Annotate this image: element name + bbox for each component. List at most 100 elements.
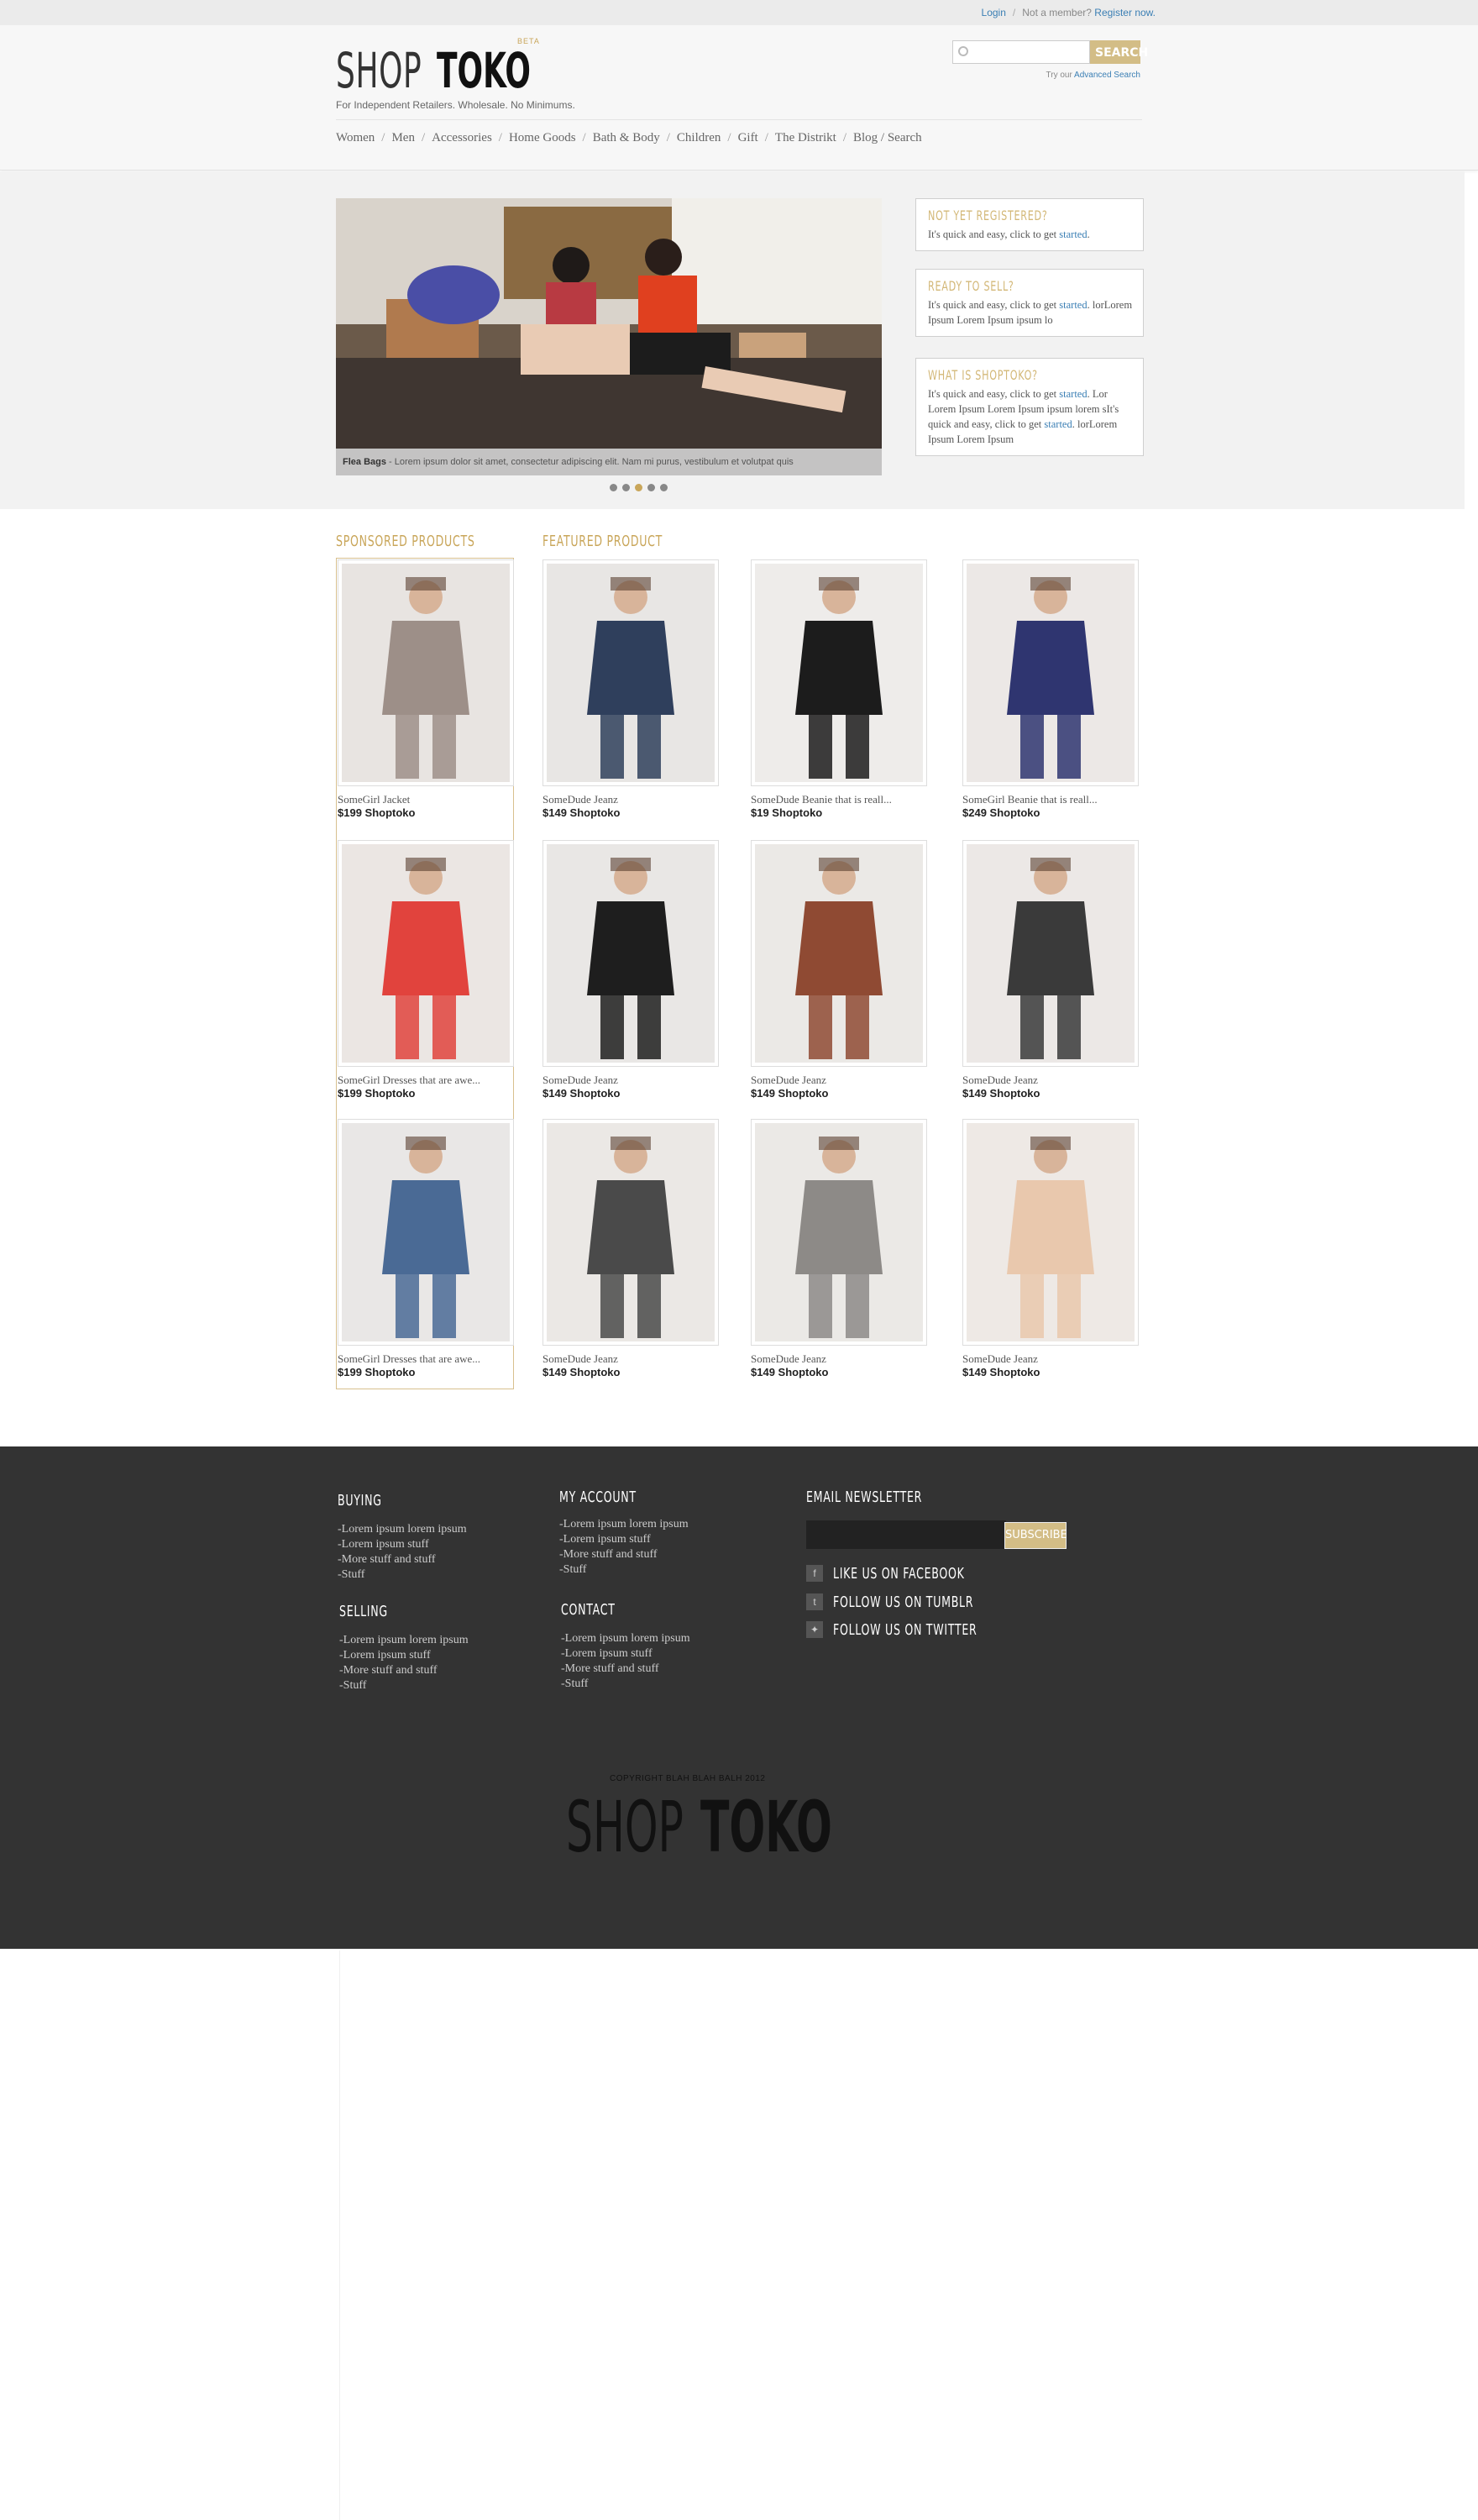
product-image-frame[interactable] xyxy=(751,559,927,786)
product-image-frame[interactable] xyxy=(542,1119,719,1346)
slider-dot[interactable] xyxy=(610,484,617,491)
footer-link[interactable]: -Stuff xyxy=(338,1567,467,1583)
site-logo[interactable]: SHOP TOKO xyxy=(336,42,546,99)
facebook-link[interactable]: f LIKE US ON FACEBOOK xyxy=(806,1564,1021,1583)
nav-item-accessories[interactable]: Accessories xyxy=(432,131,492,144)
caption-text: - Lorem ipsum dolor sit amet, consectetu… xyxy=(385,457,794,467)
product-card[interactable]: SomeDude Beanie that is reall... $19 Shop… xyxy=(751,559,927,820)
product-name[interactable]: SomeGirl Dresses that are awe... xyxy=(338,1352,514,1366)
product-name[interactable]: SomeDude Beanie that is reall... xyxy=(751,793,927,806)
footer-link[interactable]: -Stuff xyxy=(559,1562,689,1578)
nav-item-children[interactable]: Children xyxy=(677,131,721,144)
advanced-search-hint: Try our Advanced Search xyxy=(1046,71,1141,80)
product-card[interactable]: SomeGirl Jacket $199 Shoptoko xyxy=(338,559,514,820)
nav-separator: / xyxy=(582,131,586,144)
footer-link[interactable]: -Lorem ipsum stuff xyxy=(339,1648,469,1663)
footer-link[interactable]: -More stuff and stuff xyxy=(339,1663,469,1678)
product-name[interactable]: SomeDude Jeanz xyxy=(962,1074,1139,1087)
nav-separator: / xyxy=(381,131,385,144)
search-input[interactable] xyxy=(972,45,1084,59)
newsletter-email-input[interactable] xyxy=(806,1520,1006,1549)
product-image-frame[interactable] xyxy=(962,559,1139,786)
product-image-frame[interactable] xyxy=(542,840,719,1067)
subscribe-button[interactable]: SUBSCRIBE xyxy=(1004,1522,1067,1549)
get-started-link[interactable]: started xyxy=(1044,418,1072,430)
product-image xyxy=(547,1123,715,1341)
footer-link[interactable]: -More stuff and stuff xyxy=(559,1547,689,1562)
product-card[interactable]: SomeDude Jeanz $149 Shoptoko xyxy=(962,840,1139,1100)
product-image xyxy=(967,1123,1135,1341)
product-card[interactable]: SomeGirl Dresses that are awe... $199 Sho… xyxy=(338,1119,514,1379)
hero-slider[interactable]: Flea Bags - Lorem ipsum dolor sit amet, … xyxy=(336,198,882,475)
advanced-search-link[interactable]: Advanced Search xyxy=(1074,71,1140,80)
footer-link[interactable]: -Lorem ipsum lorem ipsum xyxy=(338,1522,467,1537)
search-icon xyxy=(958,46,968,56)
product-image-frame[interactable] xyxy=(751,1119,927,1346)
nav-item-home-goods[interactable]: Home Goods xyxy=(509,131,576,144)
twitter-icon: ✦ xyxy=(806,1621,823,1638)
product-card[interactable]: SomeGirl Beanie that is reall... $249 Sho… xyxy=(962,559,1139,820)
product-price: $199 Shoptoko xyxy=(338,1366,416,1378)
guide-line xyxy=(339,1950,340,2520)
footer-link[interactable]: -Lorem ipsum stuff xyxy=(561,1646,690,1662)
product-name[interactable]: SomeDude Jeanz xyxy=(542,1352,719,1366)
product-name[interactable]: SomeDude Jeanz xyxy=(751,1352,927,1366)
product-image-frame[interactable] xyxy=(751,840,927,1067)
nav-item-blog-search[interactable]: Blog / Search xyxy=(853,131,922,144)
footer-link[interactable]: -Stuff xyxy=(561,1677,690,1692)
product-image-frame[interactable] xyxy=(962,1119,1139,1346)
product-card[interactable]: SomeDude Jeanz $149 Shoptoko xyxy=(751,840,927,1100)
get-started-link[interactable]: started xyxy=(1059,228,1087,240)
footer-link[interactable]: -Lorem ipsum stuff xyxy=(338,1537,467,1552)
logo-shop: SHOP xyxy=(336,42,422,99)
product-card[interactable]: SomeDude Jeanz $149 Shoptoko xyxy=(542,840,719,1100)
product-card[interactable]: SomeGirl Dresses that are awe... $199 Sho… xyxy=(338,840,514,1100)
slider-dot[interactable] xyxy=(660,484,668,491)
product-name[interactable]: SomeDude Jeanz xyxy=(751,1074,927,1087)
product-name[interactable]: SomeDude Jeanz xyxy=(542,1074,719,1087)
nav-item-gift[interactable]: Gift xyxy=(738,131,758,144)
product-card[interactable]: SomeDude Jeanz $149 Shoptoko xyxy=(542,1119,719,1379)
nav-item-women[interactable]: Women xyxy=(336,131,375,144)
product-name[interactable]: SomeDude Jeanz xyxy=(542,793,719,806)
product-name[interactable]: SomeGirl Beanie that is reall... xyxy=(962,793,1139,806)
footer-link[interactable]: -Lorem ipsum stuff xyxy=(559,1532,689,1547)
footer-link[interactable]: -More stuff and stuff xyxy=(561,1662,690,1677)
slider-dot[interactable] xyxy=(647,484,655,491)
product-image xyxy=(755,564,923,782)
slider-dot[interactable] xyxy=(622,484,630,491)
product-name[interactable]: SomeGirl Jacket xyxy=(338,793,514,806)
product-name[interactable]: SomeDude Jeanz xyxy=(962,1352,1139,1366)
nav-item-bath-body[interactable]: Bath & Body xyxy=(593,131,660,144)
footer-link[interactable]: -Lorem ipsum lorem ipsum xyxy=(561,1631,690,1646)
footer-link[interactable]: -More stuff and stuff xyxy=(338,1552,467,1567)
slider-dot-active[interactable] xyxy=(635,484,642,491)
footer-link[interactable]: -Lorem ipsum lorem ipsum xyxy=(339,1633,469,1648)
login-link[interactable]: Login xyxy=(982,7,1006,18)
tumblr-link[interactable]: t FOLLOW US ON TUMBLR xyxy=(806,1593,1034,1611)
get-started-link[interactable]: started xyxy=(1059,388,1087,400)
info-box-text: It's quick and easy, click to get starte… xyxy=(928,297,1133,328)
product-image-frame[interactable] xyxy=(542,559,719,786)
product-image-frame[interactable] xyxy=(962,840,1139,1067)
product-card[interactable]: SomeDude Jeanz $149 Shoptoko xyxy=(751,1119,927,1379)
footer-link[interactable]: -Stuff xyxy=(339,1678,469,1693)
search-button[interactable]: SEARCH xyxy=(1090,40,1148,64)
footer-link[interactable]: -Lorem ipsum lorem ipsum xyxy=(559,1517,689,1532)
product-image-frame[interactable] xyxy=(338,559,514,786)
product-card[interactable]: SomeDude Jeanz $149 Shoptoko xyxy=(962,1119,1139,1379)
product-image-frame[interactable] xyxy=(338,1119,514,1346)
nav-item-men[interactable]: Men xyxy=(391,131,415,144)
product-card[interactable]: SomeDude Jeanz $149 Shoptoko xyxy=(542,559,719,820)
nav-item-the-distrikt[interactable]: The Distrikt xyxy=(775,131,836,144)
product-image-frame[interactable] xyxy=(338,840,514,1067)
twitter-link[interactable]: ✦ FOLLOW US ON TWITTER xyxy=(806,1620,1039,1639)
footer-contact-title: CONTACT xyxy=(561,1601,616,1619)
product-image xyxy=(967,564,1135,782)
beta-badge: BETA xyxy=(517,37,540,45)
nav-separator: / xyxy=(421,131,426,144)
product-price: $149 Shoptoko xyxy=(751,1087,829,1100)
register-link[interactable]: Register now. xyxy=(1094,7,1156,18)
product-name[interactable]: SomeGirl Dresses that are awe... xyxy=(338,1074,514,1087)
get-started-link[interactable]: started xyxy=(1059,299,1087,311)
